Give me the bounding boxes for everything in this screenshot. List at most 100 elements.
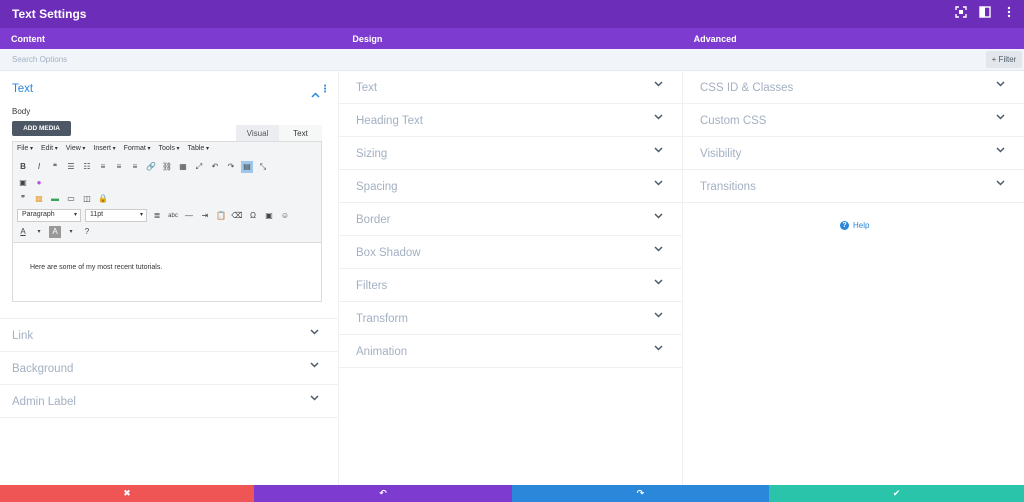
chevron-down-icon bbox=[654, 246, 664, 256]
menu-table[interactable]: Table bbox=[188, 145, 209, 152]
fullscreen-icon[interactable]: ⤢ bbox=[193, 161, 205, 173]
section-box-shadow[interactable]: Box Shadow bbox=[339, 236, 682, 269]
undo-icon: ↶ bbox=[379, 488, 387, 498]
text-color-icon[interactable]: A bbox=[17, 226, 29, 238]
lock-icon[interactable]: 🔒 bbox=[97, 193, 109, 205]
help-link[interactable]: ? Help bbox=[840, 221, 869, 230]
section-border[interactable]: Border bbox=[339, 203, 682, 236]
save-button[interactable]: ✔ bbox=[769, 485, 1024, 502]
menu-edit[interactable]: Edit bbox=[41, 145, 58, 152]
chevron-down-icon bbox=[996, 147, 1006, 157]
section-transitions[interactable]: Transitions bbox=[683, 170, 1024, 203]
table-icon[interactable]: ▦ bbox=[177, 161, 189, 173]
section-menu-icon[interactable]: ⋮ bbox=[320, 84, 330, 95]
tab-advanced[interactable]: Advanced bbox=[683, 28, 1024, 49]
toggle-toolbar-icon[interactable]: ▤ bbox=[241, 161, 253, 173]
chevron-down-icon bbox=[996, 180, 1006, 190]
menu-format[interactable]: Format bbox=[124, 145, 151, 152]
bold-icon[interactable]: B bbox=[17, 161, 29, 173]
menu-insert[interactable]: Insert bbox=[93, 145, 115, 152]
unlink-icon[interactable]: ⛓ bbox=[161, 161, 173, 173]
clear-format-icon[interactable]: ⌫ bbox=[231, 210, 243, 222]
section-admin-label[interactable]: Admin Label bbox=[0, 385, 338, 418]
divider-icon[interactable]: ▭ bbox=[65, 193, 77, 205]
menu-view[interactable]: View bbox=[66, 145, 86, 152]
align-center-icon[interactable]: ≡ bbox=[113, 161, 125, 173]
rich-text-editor: File Edit View Insert Format Tools Table… bbox=[12, 141, 322, 302]
section-css-id-classes[interactable]: CSS ID & Classes bbox=[683, 71, 1024, 104]
undo-small-icon[interactable]: ↶ bbox=[209, 161, 221, 173]
section-label: Admin Label bbox=[12, 396, 76, 408]
justify-icon[interactable]: ≣ bbox=[151, 210, 163, 222]
blockquote-icon[interactable]: ❝ bbox=[49, 161, 61, 173]
content-column: Text ⋮ Body ADD MEDIA Visual Text File E… bbox=[0, 71, 339, 485]
layout-icon[interactable]: ▬ bbox=[49, 193, 61, 205]
numbered-list-icon[interactable]: ☷ bbox=[81, 161, 93, 173]
toolbar-row-2: ▣ ● bbox=[17, 177, 45, 189]
advanced-column: CSS ID & Classes Custom CSS Visibility Tran… bbox=[683, 71, 1024, 485]
plugin-icon[interactable]: ● bbox=[33, 177, 45, 189]
editor-tab-visual[interactable]: Visual bbox=[236, 125, 279, 142]
shortcode-icon[interactable]: ▣ bbox=[17, 177, 29, 189]
title-bar: Text Settings bbox=[0, 0, 1024, 28]
indent-icon[interactable]: ⇥ bbox=[199, 210, 211, 222]
paragraph-select[interactable]: Paragraph bbox=[17, 209, 81, 222]
footer-bar: ✖ ↶ ↷ ✔ bbox=[0, 485, 1024, 502]
editor-tab-text[interactable]: Text bbox=[279, 125, 322, 142]
text-section: Text ⋮ Body ADD MEDIA Visual Text File E… bbox=[0, 71, 338, 319]
expand-editor-icon[interactable]: ⤡ bbox=[257, 161, 269, 173]
redo-button[interactable]: ↷ bbox=[512, 485, 769, 502]
discard-button[interactable]: ✖ bbox=[0, 485, 254, 502]
chevron-down-icon bbox=[654, 213, 664, 223]
columns-icon[interactable]: ◫ bbox=[81, 193, 93, 205]
text-section-label[interactable]: Text bbox=[12, 83, 33, 95]
tab-design[interactable]: Design bbox=[341, 28, 682, 49]
sidebar-icon[interactable] bbox=[978, 6, 992, 20]
search-input[interactable]: Search Options bbox=[12, 55, 67, 64]
grid-icon[interactable]: ▩ bbox=[33, 193, 45, 205]
more-icon[interactable] bbox=[1002, 6, 1016, 20]
filter-button[interactable]: + Filter bbox=[986, 51, 1022, 68]
section-background[interactable]: Background bbox=[0, 352, 338, 385]
section-sizing[interactable]: Sizing bbox=[339, 137, 682, 170]
undo-button[interactable]: ↶ bbox=[254, 485, 512, 502]
section-custom-css[interactable]: Custom CSS bbox=[683, 104, 1024, 137]
background-color-dropdown-icon[interactable]: ▾ bbox=[65, 226, 77, 238]
menu-tools[interactable]: Tools bbox=[159, 145, 180, 152]
background-color-icon[interactable]: A bbox=[49, 226, 61, 238]
section-visibility[interactable]: Visibility bbox=[683, 137, 1024, 170]
emoji-icon[interactable]: ☺ bbox=[279, 210, 291, 222]
section-animation[interactable]: Animation bbox=[339, 335, 682, 368]
section-transform[interactable]: Transform bbox=[339, 302, 682, 335]
tab-content[interactable]: Content bbox=[0, 28, 341, 49]
italic-icon[interactable]: I bbox=[33, 161, 45, 173]
chevron-down-icon bbox=[654, 345, 664, 355]
chevron-up-icon[interactable] bbox=[311, 85, 320, 103]
bullet-list-icon[interactable]: ☰ bbox=[65, 161, 77, 173]
font-size-select[interactable]: 11pt bbox=[85, 209, 147, 222]
paste-text-icon[interactable]: 📋 bbox=[215, 210, 227, 222]
link-icon[interactable]: 🔗 bbox=[145, 161, 157, 173]
align-left-icon[interactable]: ≡ bbox=[97, 161, 109, 173]
add-media-button[interactable]: ADD MEDIA bbox=[12, 121, 71, 136]
menu-file[interactable]: File bbox=[17, 145, 33, 152]
editor-toolbar: File Edit View Insert Format Tools Table… bbox=[13, 142, 321, 243]
horizontal-line-icon[interactable]: — bbox=[183, 210, 195, 222]
section-text[interactable]: Text bbox=[339, 71, 682, 104]
strikethrough-icon[interactable]: abc bbox=[167, 210, 179, 222]
section-filters[interactable]: Filters bbox=[339, 269, 682, 302]
section-spacing[interactable]: Spacing bbox=[339, 170, 682, 203]
help-label: Help bbox=[853, 221, 870, 230]
omega-icon[interactable]: Ω bbox=[247, 210, 259, 222]
help-small-icon[interactable]: ? bbox=[81, 226, 93, 238]
redo-small-icon[interactable]: ↷ bbox=[225, 161, 237, 173]
align-right-icon[interactable]: ≡ bbox=[129, 161, 141, 173]
section-link[interactable]: Link bbox=[0, 319, 338, 352]
quote-block-icon[interactable]: ❞ bbox=[17, 193, 29, 205]
expand-icon[interactable] bbox=[954, 6, 968, 20]
text-color-dropdown-icon[interactable]: ▾ bbox=[33, 226, 45, 238]
media-icon[interactable]: ▣ bbox=[263, 210, 275, 222]
editor-content[interactable]: Here are some of my most recent tutorial… bbox=[30, 264, 162, 271]
section-heading-text[interactable]: Heading Text bbox=[339, 104, 682, 137]
section-label: Transitions bbox=[700, 181, 756, 193]
